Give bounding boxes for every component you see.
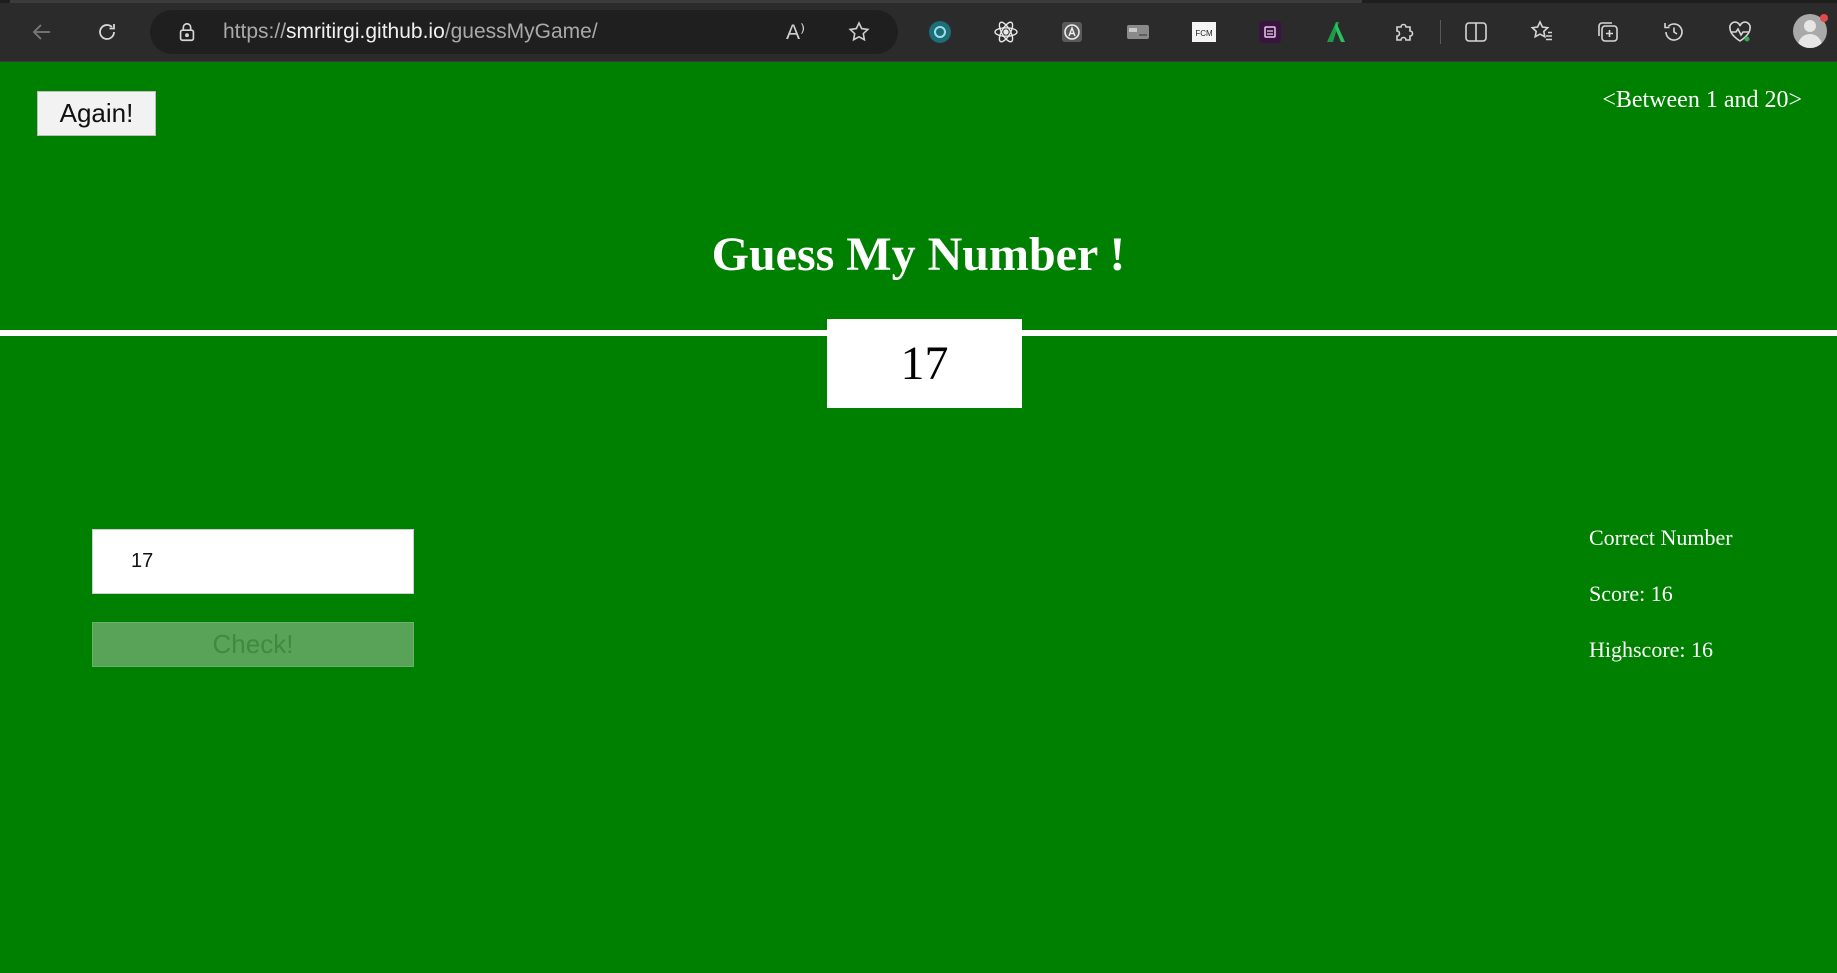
extension-card-icon[interactable] — [1124, 18, 1152, 46]
toolbar-separator — [1440, 20, 1441, 44]
svg-text:FCM: FCM — [1195, 29, 1213, 38]
react-icon[interactable] — [992, 18, 1020, 46]
favorites-icon[interactable] — [1528, 18, 1556, 46]
range-hint: <Between 1 and 20> — [1602, 87, 1802, 113]
extension-teal-icon[interactable] — [926, 18, 954, 46]
url-host: smritirgi.github.io — [286, 20, 445, 43]
history-icon[interactable] — [1660, 18, 1688, 46]
lock-icon[interactable] — [176, 21, 198, 43]
message-text: Correct Number — [1589, 525, 1733, 550]
highscore-text: Highscore: 16 — [1589, 637, 1714, 662]
back-button[interactable] — [24, 14, 60, 50]
page-title: Guess My Number ! — [711, 228, 1126, 281]
url-scheme: https:// — [223, 20, 287, 43]
avatar-head — [1804, 20, 1816, 32]
score-text: Score: 16 — [1589, 581, 1673, 606]
extension-green-a-icon[interactable] — [1322, 18, 1350, 46]
url-text[interactable]: https://smritirgi.github.io/guessMyGame/ — [223, 10, 598, 54]
profile-status-dot — [1820, 14, 1828, 22]
secret-number-box: 17 — [827, 319, 1022, 408]
performance-icon[interactable] — [1726, 18, 1754, 46]
browser-toolbar: https://smritirgi.github.io/guessMyGame/… — [0, 0, 1837, 62]
again-button[interactable]: Again! — [37, 91, 156, 136]
extension-fcm-icon[interactable]: FCM — [1190, 18, 1218, 46]
reload-icon — [99, 24, 115, 40]
url-path: /guessMyGame/ — [444, 20, 598, 43]
reload-button[interactable] — [89, 14, 125, 50]
active-tab-indicator — [10, 0, 1362, 3]
extension-purple-icon[interactable] — [1256, 18, 1284, 46]
address-bar[interactable]: https://smritirgi.github.io/guessMyGame/… — [150, 10, 898, 54]
avatar-body — [1798, 34, 1822, 48]
read-aloud-icon[interactable]: A⁾ — [786, 20, 812, 44]
collections-icon[interactable] — [1594, 18, 1622, 46]
stats-panel: Correct Number Score: 16 Highscore: 16 — [1589, 525, 1733, 693]
puzzle-icon[interactable] — [1390, 18, 1418, 46]
check-button[interactable]: Check! — [92, 622, 414, 667]
game-page: Again! <Between 1 and 20> Guess My Numbe… — [0, 63, 1837, 973]
back-arrow-icon — [32, 24, 50, 40]
split-screen-icon[interactable] — [1462, 18, 1490, 46]
add-favorite-star-icon[interactable] — [847, 20, 871, 44]
tab-strip-edge — [0, 0, 1837, 3]
extension-circle-a-icon[interactable] — [1058, 18, 1086, 46]
guess-input[interactable] — [92, 529, 414, 594]
